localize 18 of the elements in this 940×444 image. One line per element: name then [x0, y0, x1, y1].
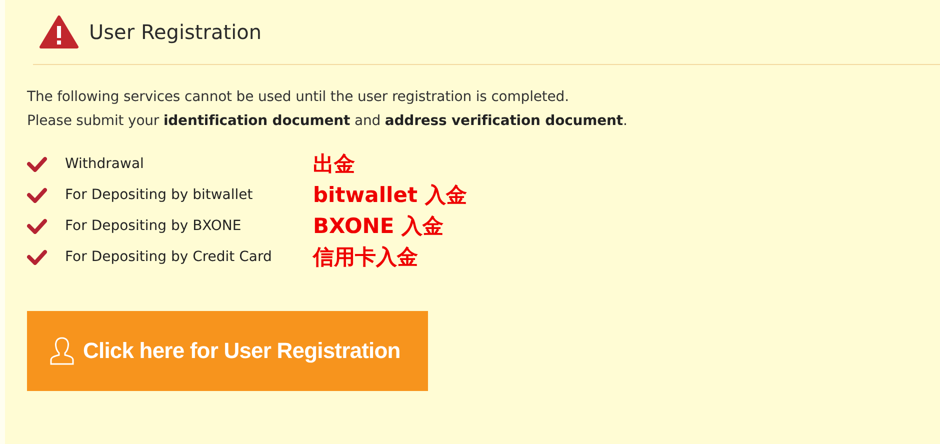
- check-icon: [27, 186, 47, 202]
- service-label: For Depositing by BXONE: [65, 218, 242, 234]
- page-title: User Registration: [89, 20, 262, 44]
- annotation-text: 信用卡入金: [313, 244, 418, 270]
- intro-text: Please submit your identification document and address verification document.: [27, 113, 628, 129]
- service-label: Withdrawal: [65, 156, 145, 172]
- user-icon: [49, 336, 75, 366]
- check-icon: [27, 218, 47, 234]
- check-icon: [27, 248, 47, 264]
- service-label: For Depositing by bitwallet: [65, 186, 254, 202]
- annotation-text: BXONE 入金: [313, 212, 444, 240]
- registration-button[interactable]: Click here for User Registration: [27, 311, 428, 391]
- service-label: For Depositing by Credit Card: [65, 248, 273, 264]
- intro-text: The following services cannot be used until the user registration is completed.: [27, 89, 570, 105]
- check-icon: [27, 156, 47, 172]
- annotation-text: 出金: [313, 150, 355, 178]
- warning-icon: [39, 15, 79, 49]
- annotation-text: bitwallet 入金: [313, 182, 467, 208]
